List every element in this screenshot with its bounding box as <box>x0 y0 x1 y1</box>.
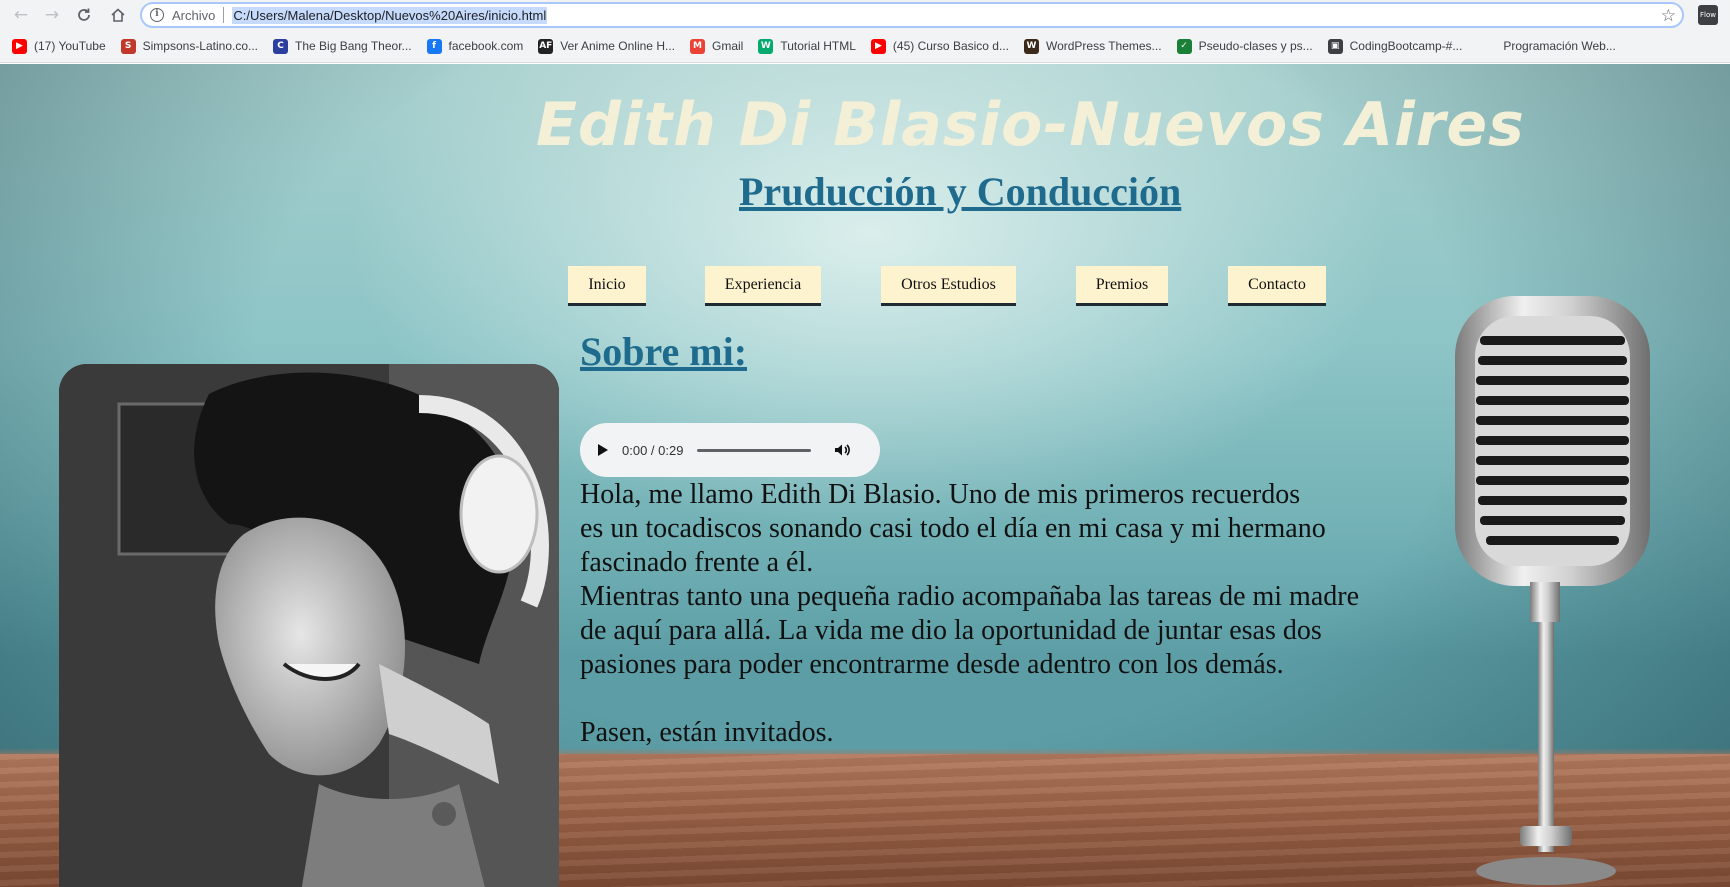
menu-item-premios[interactable]: Premios <box>1076 266 1168 306</box>
bookmark-label: Simpsons-Latino.co... <box>142 39 259 53</box>
audio-time: 0:00 / 0:29 <box>622 442 684 458</box>
w3-icon: W <box>758 38 774 54</box>
bookmark-item[interactable]: W Tutorial HTML <box>758 38 856 54</box>
bookmark-label: Pseudo-clases y ps... <box>1198 39 1313 53</box>
about-paragraph: Hola, me llamo Edith Di Blasio. Uno de m… <box>580 478 1440 750</box>
subtitle-container: Pruducción y Conducción <box>739 168 1181 215</box>
browser-toolbar: ← → i Archivo C:/Users/Malena/Desktop/Nu… <box>0 0 1730 30</box>
facebook-icon: f <box>426 38 442 54</box>
gmail-icon: M <box>690 38 705 54</box>
wordpress-icon: W <box>1023 38 1039 54</box>
bookmark-label: Ver Anime Online H... <box>560 39 675 53</box>
bookmark-label: Tutorial HTML <box>780 39 856 53</box>
site-title: Edith Di Blasio-Nuevos Aires <box>536 90 1525 160</box>
anime-icon: AF <box>538 38 554 54</box>
play-icon[interactable] <box>598 444 608 456</box>
bookmark-label: facebook.com <box>448 39 524 53</box>
bookmark-item[interactable]: M Gmail <box>690 38 744 54</box>
extension-icon[interactable]: Flow <box>1698 5 1718 25</box>
bookmark-item[interactable]: S Simpsons-Latino.co... <box>120 38 259 54</box>
youtube-icon: ▶ <box>12 38 27 54</box>
bookmark-item[interactable]: ▣ CodingBootcamp-#... <box>1327 38 1463 54</box>
bookmark-label: CodingBootcamp-#... <box>1349 39 1463 53</box>
audio-player[interactable]: 0:00 / 0:29 <box>580 423 880 477</box>
bookmark-item[interactable]: ▶ (45) Curso Basico d... <box>870 38 1009 54</box>
paragraph-line: de aquí para allá. La vida me dio la opo… <box>580 615 1322 646</box>
bookmark-item[interactable]: ✓ Pseudo-clases y ps... <box>1176 38 1313 54</box>
paragraph-line: Hola, me llamo Edith Di Blasio. Uno de m… <box>580 479 1301 510</box>
paragraph-line: pasiones para poder encontrarme desde ad… <box>580 649 1284 680</box>
paragraph-line: Mientras tanto una pequeña radio acompañ… <box>580 581 1360 612</box>
bookmark-label: Gmail <box>712 39 744 53</box>
menu-item-contacto[interactable]: Contacto <box>1228 266 1326 306</box>
bookmark-label: (17) YouTube <box>34 39 106 53</box>
volume-icon[interactable] <box>833 441 851 459</box>
home-icon[interactable] <box>104 1 132 29</box>
simpsons-icon: S <box>120 38 136 54</box>
bookmark-item[interactable]: C The Big Bang Theor... <box>273 38 412 54</box>
paragraph-line: fascinado frente a él. <box>580 547 814 578</box>
scheme-label: Archivo <box>172 7 216 23</box>
address-bar[interactable]: i Archivo C:/Users/Malena/Desktop/Nuevos… <box>140 2 1684 28</box>
bookmark-star-icon[interactable]: ☆ <box>1661 6 1676 26</box>
page-viewport: Edith Di Blasio-Nuevos Aires Pruducción … <box>0 64 1730 887</box>
bigbang-icon: C <box>273 38 289 54</box>
paragraph-line: es un tocadiscos sonando casi todo el dí… <box>580 513 1326 544</box>
closing-line: Pasen, están invitados. <box>580 717 834 748</box>
menu-item-inicio[interactable]: Inicio <box>568 266 646 306</box>
bookmark-label: WordPress Themes... <box>1045 39 1162 53</box>
profile-photo <box>59 364 559 887</box>
bookmark-item[interactable]: f facebook.com <box>426 38 524 54</box>
codingbootcamp-icon: ▣ <box>1327 38 1343 54</box>
bookmark-item[interactable]: W WordPress Themes... <box>1023 38 1162 54</box>
reload-icon[interactable] <box>70 1 98 29</box>
bookmark-label: Programación Web... <box>1503 39 1616 53</box>
back-icon[interactable]: ← <box>7 1 35 29</box>
bookmark-label: (45) Curso Basico d... <box>892 39 1009 53</box>
microphone-image <box>1430 286 1670 887</box>
info-icon[interactable]: i <box>150 8 164 22</box>
youtube-icon: ▶ <box>870 38 886 54</box>
forward-icon[interactable]: → <box>38 1 66 29</box>
menu-item-experiencia[interactable]: Experiencia <box>705 266 821 306</box>
audio-seek-bar[interactable] <box>697 448 812 452</box>
bookmark-item[interactable]: AF Ver Anime Online H... <box>538 38 675 54</box>
bookmark-item[interactable]: Programación Web... <box>1477 39 1616 53</box>
main-menu: Inicio Experiencia Otros Estudios Premio… <box>0 266 1730 306</box>
subtitle-link[interactable]: Pruducción y Conducción <box>739 169 1181 214</box>
menu-item-otros-estudios[interactable]: Otros Estudios <box>881 266 1016 306</box>
bookmarks-bar: ▶ (17) YouTube S Simpsons-Latino.co... C The … <box>0 30 1730 63</box>
about-heading: Sobre mi: <box>580 329 748 374</box>
check-icon: ✓ <box>1176 38 1192 54</box>
bookmark-item[interactable]: ▶ (17) YouTube <box>12 38 106 54</box>
url-text[interactable]: C:/Users/Malena/Desktop/Nuevos%20Aires/i… <box>232 6 548 24</box>
bookmark-label: The Big Bang Theor... <box>295 39 412 53</box>
omnibox-separator <box>223 7 225 23</box>
